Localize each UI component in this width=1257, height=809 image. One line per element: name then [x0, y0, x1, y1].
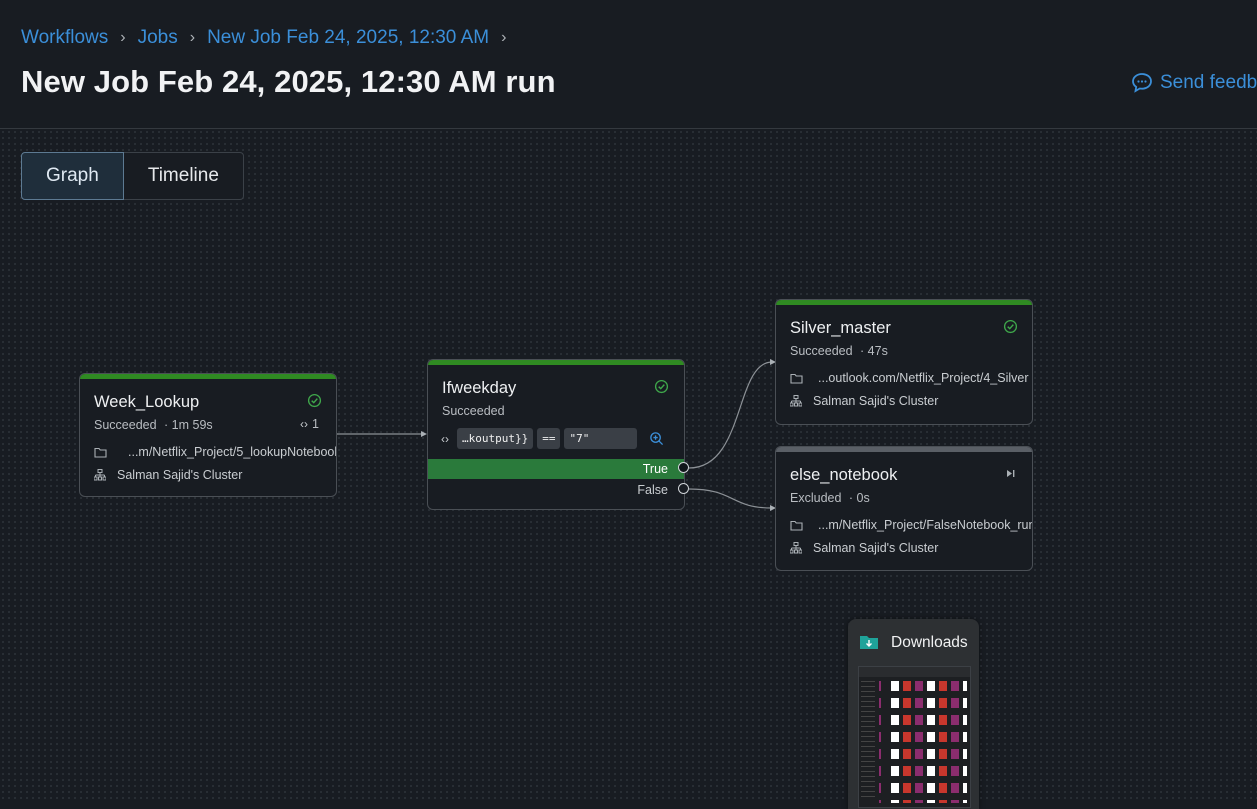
cluster-name: Salman Sajid's Cluster	[790, 394, 938, 408]
check-circle-icon	[1003, 319, 1018, 334]
task-status: Excluded · 0s	[790, 491, 870, 505]
true-port[interactable]	[678, 462, 689, 473]
zoom-in-icon[interactable]	[649, 431, 664, 446]
task-node-ifweekday[interactable]: Ifweekday Succeeded ‹› …koutput}} == "7"…	[427, 359, 685, 510]
task-node-else-notebook[interactable]: else_notebook Excluded · 0s ...m/Netflix…	[775, 446, 1033, 571]
status-bar	[428, 360, 684, 365]
false-port[interactable]	[678, 483, 689, 494]
downloads-title: Downloads	[891, 634, 968, 651]
path-text: ...m/Netflix_Project/5_lookupNotebook	[128, 445, 337, 459]
code-icon: ‹›	[441, 431, 449, 446]
cluster-icon	[790, 395, 802, 407]
cluster-icon	[94, 469, 106, 481]
left-operand: …koutput}}	[457, 428, 534, 449]
path-text: ...outlook.com/Netflix_Project/4_Silver	[818, 371, 1029, 385]
cluster-text: Salman Sajid's Cluster	[813, 541, 939, 555]
status-bar	[776, 300, 1032, 305]
thumbnail-toolbar	[859, 667, 970, 677]
thumbnail-files	[879, 681, 967, 803]
true-branch-label: True	[642, 462, 668, 476]
task-status: Succeeded · 47s	[790, 344, 888, 358]
thumbnail-sidebar	[861, 681, 875, 801]
task-node-week-lookup[interactable]: Week_Lookup Succeeded · 1m 59s ‹› 1 ...m…	[79, 373, 337, 497]
cluster-name: Salman Sajid's Cluster	[94, 468, 242, 482]
status-text: Succeeded	[94, 418, 157, 432]
path-text: ...m/Netflix_Project/FalseNotebook_run	[818, 518, 1033, 532]
code-icon: ‹›	[300, 417, 308, 431]
folder-icon	[790, 520, 803, 531]
false-branch-label: False	[637, 483, 668, 497]
status-bar	[776, 447, 1032, 452]
duration-text: · 47s	[860, 344, 888, 358]
status-text: Succeeded	[790, 344, 853, 358]
downloads-icon	[860, 636, 878, 649]
task-title: Ifweekday	[442, 379, 517, 397]
right-operand: "7"	[564, 428, 638, 449]
task-title: Week_Lookup	[94, 393, 200, 411]
edge-false-to-else	[688, 488, 773, 509]
cluster-icon	[790, 542, 802, 554]
downloads-thumbnail	[858, 666, 971, 808]
condition-expression: ‹› …koutput}} == "7"	[441, 428, 664, 449]
cluster-text: Salman Sajid's Cluster	[813, 394, 939, 408]
status-bar	[80, 374, 336, 379]
folder-icon	[790, 373, 803, 384]
cluster-name: Salman Sajid's Cluster	[790, 541, 938, 555]
notebook-path: ...outlook.com/Netflix_Project/4_Silver	[790, 371, 1029, 385]
operator: ==	[537, 428, 561, 449]
iteration-count: ‹› 1	[300, 417, 319, 431]
cluster-text: Salman Sajid's Cluster	[117, 468, 243, 482]
edge-true-to-silver	[688, 361, 773, 469]
downloads-preview[interactable]: Downloads	[848, 619, 979, 809]
check-circle-icon	[307, 393, 322, 408]
folder-icon	[94, 447, 107, 458]
notebook-path: ...m/Netflix_Project/5_lookupNotebook	[94, 445, 337, 459]
notebook-path: ...m/Netflix_Project/FalseNotebook_run	[790, 518, 1033, 532]
task-status: Succeeded	[442, 404, 505, 418]
duration-text: · 0s	[848, 491, 870, 505]
skip-icon	[1007, 470, 1015, 477]
iteration-value: 1	[312, 417, 319, 431]
status-text: Excluded	[790, 491, 842, 505]
task-node-silver-master[interactable]: Silver_master Succeeded · 47s ...outlook…	[775, 299, 1033, 425]
task-title: else_notebook	[790, 466, 898, 484]
check-circle-icon	[654, 379, 669, 394]
duration-text: · 1m 59s	[164, 418, 213, 432]
task-status: Succeeded · 1m 59s	[94, 418, 213, 432]
task-title: Silver_master	[790, 319, 891, 337]
